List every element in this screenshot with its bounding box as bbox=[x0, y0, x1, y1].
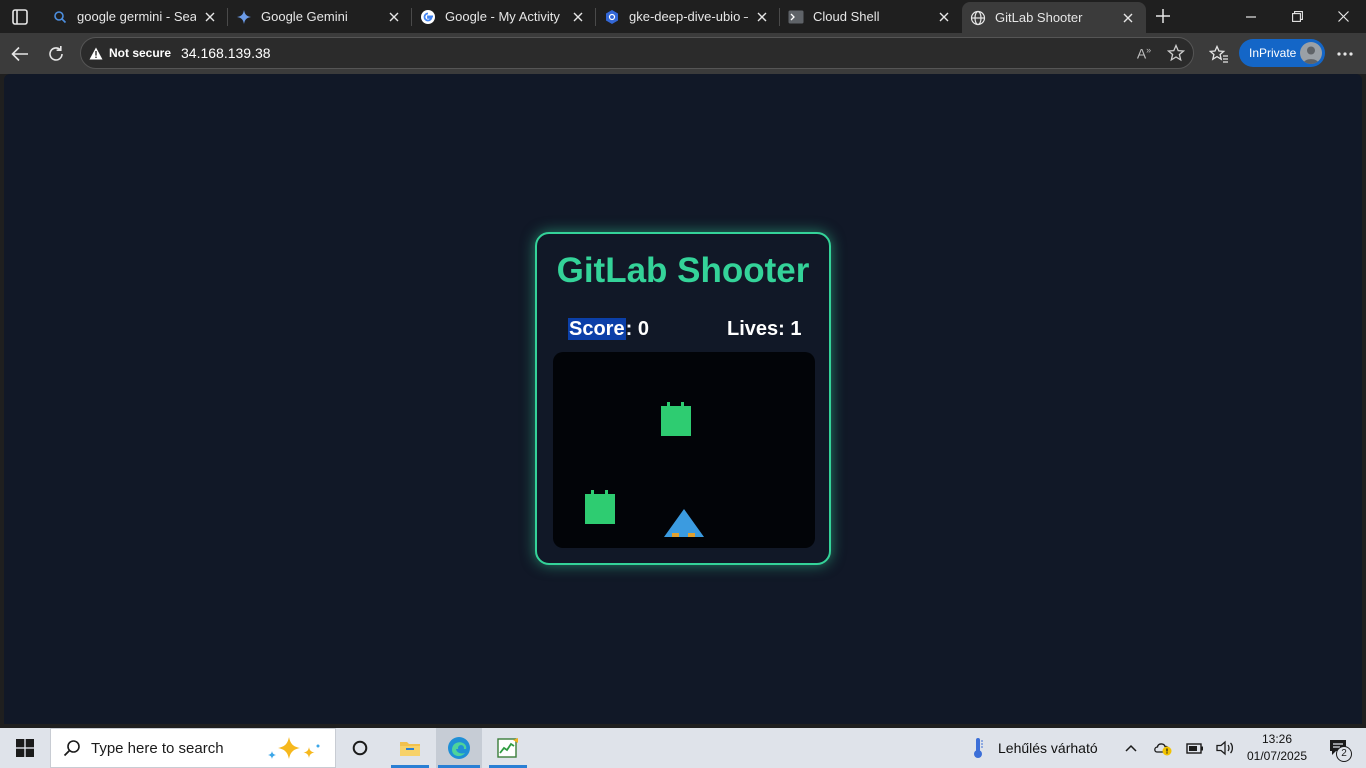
lives-value: 1 bbox=[790, 318, 802, 340]
not-secure-indicator[interactable]: Not secure bbox=[89, 43, 171, 63]
close-tab-icon[interactable] bbox=[754, 9, 770, 25]
minimize-button[interactable] bbox=[1228, 0, 1274, 33]
globe-icon bbox=[970, 10, 986, 26]
favorites-icon[interactable] bbox=[1206, 41, 1232, 67]
score-value: 0 bbox=[637, 318, 649, 340]
not-secure-label: Not secure bbox=[109, 46, 172, 60]
page-viewport: GitLab Shooter Score: 0 Lives: 1 bbox=[4, 74, 1362, 724]
weather-text[interactable]: Lehűlés várható bbox=[998, 740, 1098, 756]
start-button[interactable] bbox=[8, 728, 42, 768]
file-explorer-button[interactable] bbox=[389, 728, 431, 768]
url-text[interactable]: 34.168.139.38 bbox=[181, 45, 271, 61]
enemy-antenna bbox=[591, 490, 594, 494]
new-tab-button[interactable] bbox=[1152, 5, 1174, 27]
tab-title: Google Gemini bbox=[261, 9, 348, 24]
game-container: GitLab Shooter Score: 0 Lives: 1 bbox=[535, 232, 831, 565]
edge-icon bbox=[448, 737, 470, 759]
tab-google-gemini[interactable]: Google Gemini bbox=[228, 0, 412, 33]
game-title: GitLab Shooter bbox=[556, 251, 810, 290]
task-manager-button[interactable] bbox=[487, 728, 529, 768]
onedrive-status-icon[interactable] bbox=[1152, 728, 1174, 768]
close-tab-icon[interactable] bbox=[570, 9, 586, 25]
inprivate-label: InPrivate bbox=[1249, 46, 1297, 60]
task-view-button[interactable] bbox=[344, 728, 376, 768]
speaker-icon bbox=[1216, 740, 1234, 756]
taskbar-search-box[interactable]: Type here to search bbox=[50, 728, 336, 768]
show-hidden-icons-button[interactable] bbox=[1120, 728, 1142, 768]
clock-date: 01/07/2025 bbox=[1246, 749, 1308, 763]
system-clock[interactable]: 13:26 01/07/2025 bbox=[1244, 731, 1310, 765]
folder-icon bbox=[400, 742, 420, 756]
kubernetes-hexagon-icon bbox=[604, 9, 620, 25]
favorite-star-icon[interactable] bbox=[1163, 40, 1189, 66]
gemini-sparkle-icon bbox=[236, 9, 252, 25]
back-button[interactable] bbox=[7, 41, 33, 67]
enemy-antenna bbox=[605, 490, 608, 494]
task-manager-chart-icon bbox=[497, 738, 518, 758]
game-canvas[interactable] bbox=[553, 352, 815, 548]
address-bar[interactable]: Not secure 34.168.139.38 A» bbox=[80, 37, 1194, 69]
warning-triangle-icon bbox=[89, 47, 103, 59]
tab-google-my-activity[interactable]: Google - My Activity bbox=[412, 0, 596, 33]
network-icon[interactable] bbox=[1184, 728, 1206, 768]
tab-gke-deep-dive[interactable]: gke-deep-dive-ubio – Kubernetes Engine bbox=[596, 0, 780, 33]
tab-title: GitLab Shooter bbox=[995, 10, 1083, 25]
google-g-icon bbox=[420, 9, 436, 25]
read-aloud-icon[interactable]: A» bbox=[1131, 40, 1157, 66]
cortana-circle-icon bbox=[352, 740, 368, 756]
clock-time: 13:26 bbox=[1261, 732, 1293, 746]
tab-cloud-shell[interactable]: Cloud Shell bbox=[780, 0, 962, 33]
tab-title: google germini - Search bbox=[77, 9, 196, 24]
enemy-sprite bbox=[585, 490, 615, 524]
profile-avatar-icon bbox=[1300, 42, 1322, 64]
notification-count-badge: 2 bbox=[1336, 746, 1352, 762]
restore-button[interactable] bbox=[1274, 0, 1320, 33]
enemy-antenna bbox=[667, 402, 670, 406]
search-icon bbox=[63, 740, 80, 757]
inprivate-badge[interactable]: InPrivate bbox=[1239, 39, 1325, 67]
tab-gitlab-shooter[interactable]: GitLab Shooter bbox=[962, 2, 1146, 33]
windows-logo-icon bbox=[16, 739, 34, 757]
windows-taskbar: Type here to search Lehűlés várható 13:2… bbox=[0, 728, 1366, 768]
player-ship bbox=[664, 509, 704, 537]
tab-title: gke-deep-dive-ubio – Kubernetes Engine bbox=[629, 9, 748, 24]
close-window-button[interactable] bbox=[1320, 0, 1366, 33]
score-display: Score: 0 bbox=[568, 318, 649, 340]
lives-display: Lives: 1 bbox=[727, 318, 802, 340]
tab-actions-icon[interactable] bbox=[8, 6, 32, 28]
thermometer-icon bbox=[974, 738, 983, 758]
copilot-sparkle-icon bbox=[268, 737, 320, 759]
score-label: Score bbox=[568, 318, 626, 340]
chevron-up-icon bbox=[1125, 744, 1137, 752]
close-tab-icon[interactable] bbox=[202, 9, 218, 25]
close-tab-icon[interactable] bbox=[936, 9, 952, 25]
edge-taskbar-button[interactable] bbox=[436, 728, 482, 768]
refresh-button[interactable] bbox=[43, 41, 69, 67]
weather-widget-icon[interactable] bbox=[968, 728, 988, 768]
enemy-antenna bbox=[681, 402, 684, 406]
close-tab-icon[interactable] bbox=[386, 9, 402, 25]
browser-toolbar: Not secure 34.168.139.38 A» InPrivate bbox=[0, 33, 1366, 74]
terminal-icon bbox=[788, 9, 804, 25]
notification-center-button[interactable]: 2 bbox=[1320, 728, 1356, 768]
tab-title: Cloud Shell bbox=[813, 9, 880, 24]
settings-more-icon[interactable] bbox=[1332, 41, 1358, 67]
ethernet-battery-icon bbox=[1186, 743, 1203, 754]
cloud-warning-icon bbox=[1154, 743, 1172, 756]
tab-title: Google - My Activity bbox=[445, 9, 560, 24]
enemy-sprite bbox=[661, 402, 691, 436]
volume-icon[interactable] bbox=[1214, 728, 1238, 768]
search-icon bbox=[52, 9, 68, 25]
close-tab-icon[interactable] bbox=[1120, 10, 1136, 26]
tab-bing-search[interactable]: google germini - Search bbox=[44, 0, 228, 33]
search-placeholder: Type here to search bbox=[91, 739, 224, 757]
tab-strip: google germini - Search Google Gemini Go… bbox=[0, 0, 1366, 33]
lives-label: Lives bbox=[727, 318, 779, 340]
